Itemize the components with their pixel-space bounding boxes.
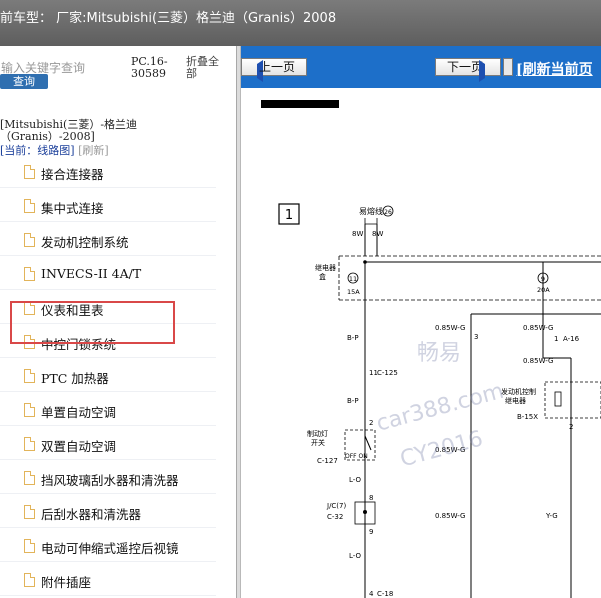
menu-item-label: 集中式连接 <box>41 201 104 216</box>
pin-2-switch: 2 <box>369 419 373 427</box>
connector-c125: C-125 <box>377 369 398 377</box>
wire-bp-2: B-P <box>347 397 359 405</box>
document-icon <box>24 165 35 179</box>
wire-8w-a: 8W <box>352 230 363 238</box>
document-icon <box>24 573 35 587</box>
wire-085wg-b: 0.85W-G <box>523 324 553 332</box>
wire-lo-2: L-O <box>349 552 361 560</box>
next-page-label: 下一页 <box>446 60 483 74</box>
menu-item-label: 附件插座 <box>41 575 92 590</box>
next-page-dropdown[interactable] <box>503 58 513 76</box>
fuse-9-number: 9 <box>541 275 545 283</box>
pin-4: 4 <box>369 590 374 598</box>
menu-list: 接合连接器 集中式连接 发动机控制系统 INVECS-II 4A/T 仪表和里表… <box>0 154 236 596</box>
menu-item[interactable]: 挡风玻璃刮水器和清洗器 <box>0 460 216 494</box>
switch-off-on-label: OFF ON <box>345 453 368 460</box>
wire-yg: Y-G <box>545 512 558 520</box>
menu-item[interactable]: 双置自动空调 <box>0 426 216 460</box>
relay-box-label: 继电器 <box>315 263 336 272</box>
wire-8w-b: 8W <box>372 230 383 238</box>
watermark-text-1: 畅易 <box>417 341 461 366</box>
document-icon <box>24 437 35 451</box>
menu-item[interactable]: 集中式连接 <box>0 188 216 222</box>
watermark-text-3: CY2016 <box>398 426 486 472</box>
car-description: [Mitsubishi(三菱）-格兰迪（Granis）-2008] <box>0 118 138 143</box>
pc-code-label: PC.16-30589 <box>131 55 168 80</box>
menu-item[interactable]: INVECS-II 4A/T <box>0 256 216 290</box>
menu-item[interactable]: 电动可伸缩式遥控后视镜 <box>0 528 216 562</box>
page-toolbar: 上一页 下一页 [刷新当前页 <box>241 46 601 88</box>
section-number: 1 <box>285 208 293 223</box>
watermark-text-2: car388.com <box>374 379 507 437</box>
menu-item-label: 双置自动空调 <box>41 439 117 454</box>
wire-085wg-d: 0.85W-G <box>435 512 465 520</box>
fold-all-link[interactable]: 折叠全部 <box>186 56 226 80</box>
connector-c32: C-32 <box>327 513 343 521</box>
wiring-diagram-svg: 1 易熔线 26 8W 8W 继电器 盒 11 15A 9 20A B-P 11… <box>261 100 601 598</box>
title-bar: 前车型： 厂家:Mitsubishi(三菱）格兰迪（Granis）2008 <box>0 0 601 46</box>
pin-9: 9 <box>369 528 373 536</box>
menu-item-label: 接合连接器 <box>41 167 104 182</box>
wiring-diagram: 1 易熔线 26 8W 8W 继电器 盒 11 15A 9 20A B-P 11… <box>241 88 601 598</box>
wire-lo-1: L-O <box>349 476 361 484</box>
engine-relay-label: 发动机控制 <box>501 387 536 396</box>
fuse-15a-rating: 15A <box>347 288 360 296</box>
document-icon <box>24 199 35 213</box>
menu-item[interactable]: 后刮水器和清洗器 <box>0 494 216 528</box>
fuse-11-number: 11 <box>349 275 357 283</box>
menu-item-label: PTC 加热器 <box>41 371 109 386</box>
pin-2-relay: 2 <box>569 423 573 431</box>
document-icon <box>24 505 35 519</box>
next-page-button[interactable]: 下一页 <box>435 58 501 82</box>
document-icon <box>24 403 35 417</box>
prev-page-label: 上一页 <box>258 60 295 74</box>
arrow-right-icon <box>479 60 485 82</box>
pin-8: 8 <box>369 494 373 502</box>
document-icon <box>24 539 35 553</box>
connector-b15x: B-15X <box>517 413 538 421</box>
menu-item-label: 发动机控制系统 <box>41 235 129 250</box>
prev-page-button[interactable]: 上一页 <box>241 58 307 82</box>
refresh-page-link[interactable]: [刷新当前页 <box>516 59 593 79</box>
wire-085wg-c: 0.85W-G <box>523 357 553 365</box>
menu-item[interactable]: 发动机控制系统 <box>0 222 216 256</box>
fuse-20a-rating: 20A <box>537 286 550 294</box>
connector-c127: C-127 <box>317 457 338 465</box>
pin-1: 1 <box>554 335 558 343</box>
document-icon <box>24 369 35 383</box>
document-icon <box>24 471 35 485</box>
fusible-link-number: 26 <box>384 209 392 216</box>
menu-item[interactable]: 单置自动空调 <box>0 392 216 426</box>
menu-item-label: 挡风玻璃刮水器和清洗器 <box>41 473 179 488</box>
menu-item-label: 单置自动空调 <box>41 405 117 420</box>
brake-switch-label-2: 开关 <box>311 438 325 447</box>
wire-bp-1: B-P <box>347 334 359 342</box>
menu-item-label: 后刮水器和清洗器 <box>41 507 142 522</box>
pin-3: 3 <box>474 333 478 341</box>
menu-item[interactable]: PTC 加热器 <box>0 358 216 392</box>
left-panel: 输入关键字查询 查询 PC.16-30589 折叠全部 [Mitsubishi(… <box>0 46 236 598</box>
engine-relay-label-2: 继电器 <box>505 396 526 405</box>
window-title: 前车型： 厂家:Mitsubishi(三菱）格兰迪（Granis）2008 <box>0 11 337 26</box>
menu-item[interactable]: 附件插座 <box>0 562 216 596</box>
document-icon <box>24 233 35 247</box>
query-button[interactable]: 查询 <box>0 74 48 89</box>
menu-item-label: 电动可伸缩式遥控后视镜 <box>41 541 179 556</box>
brake-switch-label: 制动灯 <box>307 429 328 438</box>
connector-c18: C-18 <box>377 590 393 598</box>
menu-item[interactable]: 接合连接器 <box>0 154 216 188</box>
wire-085wg-a: 0.85W-G <box>435 324 465 332</box>
connector-a16: A-16 <box>563 335 580 343</box>
menu-item-label: INVECS-II 4A/T <box>41 266 142 281</box>
relay-box-label-2: 盒 <box>319 272 326 281</box>
junction-connector-label: J/C(7) <box>326 502 346 510</box>
document-icon <box>24 267 35 281</box>
selection-highlight-box <box>10 301 175 344</box>
fusible-link-label: 易熔线 <box>359 206 383 216</box>
